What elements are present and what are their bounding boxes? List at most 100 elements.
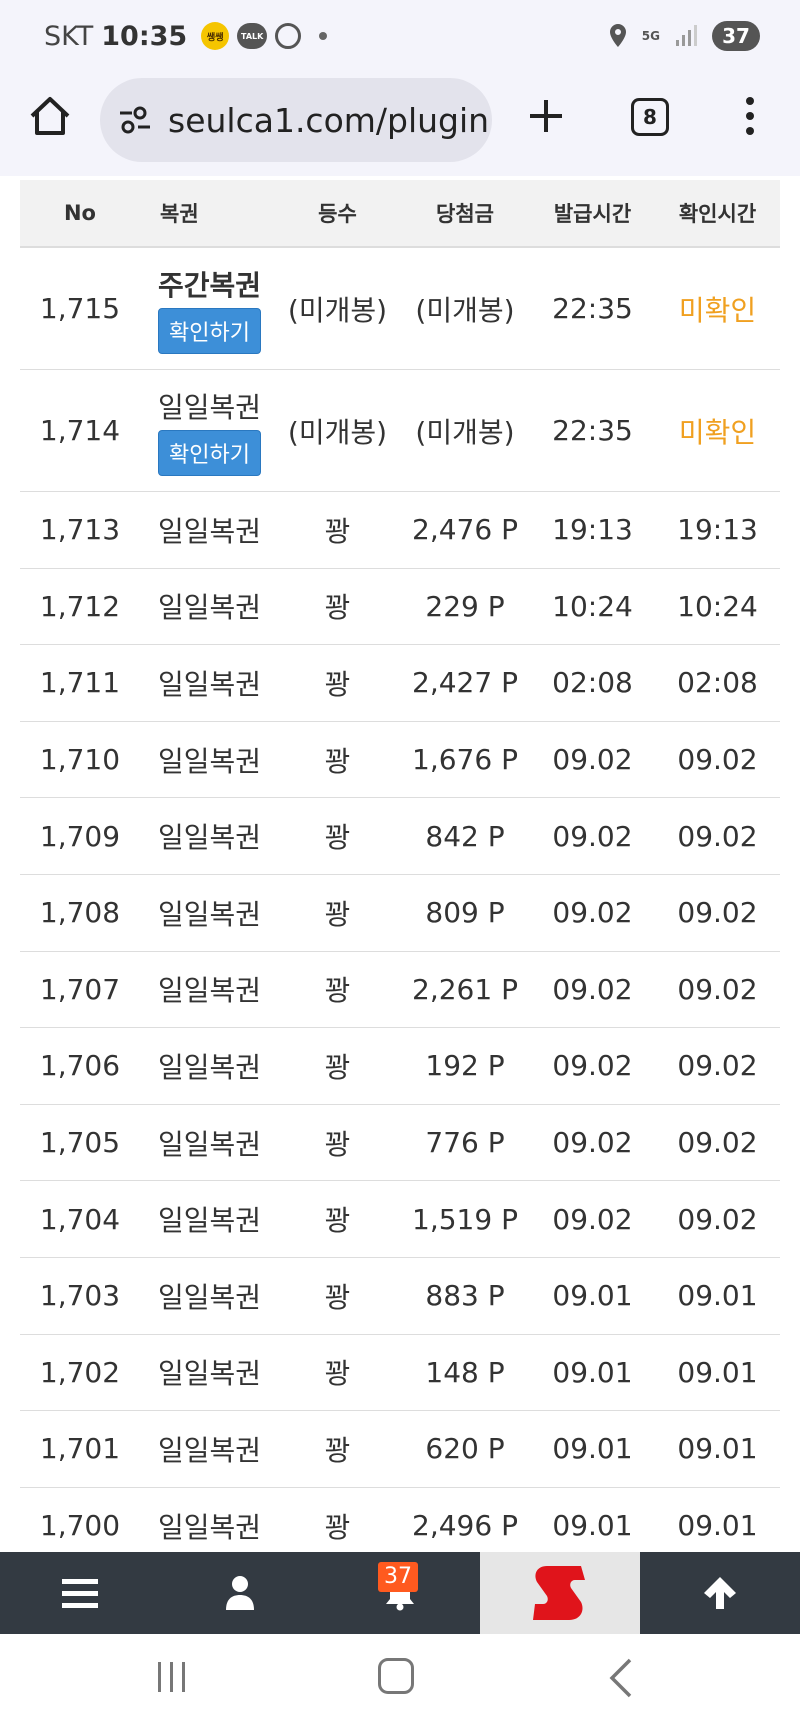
- tab-switcher-button[interactable]: 8: [631, 98, 669, 136]
- confirm-button[interactable]: 확인하기: [158, 307, 261, 354]
- row-no: 1,710: [39, 743, 121, 777]
- row-rank: 꽝: [324, 1127, 351, 1161]
- site-logo-icon[interactable]: [529, 1560, 591, 1626]
- table-row: 1,705 일일복권 꽝 776 P 09.02 09.02: [20, 1105, 780, 1182]
- status-bar: SKT 10:35 쌩쌩 TALK 5G 37: [0, 0, 800, 72]
- back-icon[interactable]: [606, 1658, 634, 1698]
- row-checked-time: 09.01: [677, 1355, 758, 1389]
- row-prize: (미개봉): [415, 293, 515, 327]
- row-checked-time: 02:08: [677, 666, 758, 700]
- row-checked-time: 09.02: [677, 896, 758, 930]
- row-issued-time: 09.02: [552, 743, 633, 777]
- row-no: 1,711: [39, 666, 121, 700]
- row-prize: 883 P: [425, 1279, 505, 1313]
- url-text[interactable]: seulca1.com/plugin: [168, 101, 489, 140]
- new-tab-icon[interactable]: [524, 94, 568, 138]
- table-row: 1,707 일일복권 꽝 2,261 P 09.02 09.02: [20, 952, 780, 1029]
- row-prize: (미개봉): [415, 415, 515, 449]
- row-checked-time: 09.02: [677, 1049, 758, 1083]
- table-row: 1,714 일일복권 확인하기 (미개봉) (미개봉) 22:35 미확인: [20, 370, 780, 492]
- lottery-type-label: 일일복권: [158, 390, 262, 424]
- nav-site-logo[interactable]: [480, 1552, 640, 1634]
- table-row: 1,712 일일복권 꽝 229 P 10:24 10:24: [20, 569, 780, 646]
- row-lottery-type: 일일복권: [158, 974, 262, 1008]
- row-prize: 1,519 P: [412, 1202, 518, 1236]
- recent-apps-icon[interactable]: [154, 1660, 190, 1694]
- browser-toolbar: seulca1.com/plugin 8: [0, 72, 800, 176]
- site-bottom-nav: 37: [0, 1552, 800, 1634]
- row-checked-time: 09.01: [677, 1279, 758, 1313]
- row-rank: (미개봉): [287, 415, 388, 449]
- row-no: 1,713: [39, 513, 121, 547]
- header-prize: 당첨금: [436, 202, 494, 226]
- header-issued-time: 발급시간: [553, 202, 632, 226]
- row-no: 1,709: [39, 819, 121, 853]
- row-lottery-type: 일일복권: [158, 1357, 262, 1391]
- row-issued-time: 02:08: [552, 666, 633, 700]
- steering-wheel-icon: [275, 23, 302, 49]
- row-issued-time: 09.02: [552, 1202, 633, 1236]
- row-rank: 꽝: [324, 974, 351, 1008]
- row-issued-time: 09.02: [552, 1126, 633, 1160]
- row-prize: 2,427 P: [412, 666, 518, 700]
- row-checked-status: 미확인: [678, 415, 757, 449]
- table-row: 1,703 일일복권 꽝 883 P 09.01 09.01: [20, 1258, 780, 1335]
- row-lottery-type: 일일복권: [158, 897, 262, 931]
- row-lottery-type: 일일복권: [158, 667, 262, 701]
- row-rank: 꽝: [324, 1204, 351, 1238]
- row-rank: 꽝: [324, 821, 351, 855]
- table-row: 1,701 일일복권 꽝 620 P 09.01 09.01: [20, 1411, 780, 1488]
- row-lottery-type: 일일복권: [158, 514, 262, 548]
- row-checked-status: 미확인: [678, 293, 757, 327]
- row-no: 1,704: [39, 1202, 121, 1236]
- table-body: 1,715 주간복권 확인하기 (미개봉) (미개봉) 22:35 미확인 1,…: [20, 248, 780, 1552]
- row-lottery-type: 일일복권: [158, 744, 262, 778]
- row-issued-time: 09.01: [552, 1432, 633, 1466]
- location-icon: [609, 24, 626, 47]
- more-menu-icon[interactable]: [740, 94, 760, 138]
- site-settings-icon[interactable]: [118, 105, 152, 135]
- home-icon[interactable]: [28, 94, 72, 138]
- row-lottery-type: 일일복권: [158, 1204, 262, 1238]
- row-rank: 꽝: [324, 1280, 351, 1314]
- home-nav-icon[interactable]: [378, 1658, 414, 1694]
- row-issued-time: 19:13: [552, 513, 633, 547]
- table-row: 1,709 일일복권 꽝 842 P 09.02 09.02: [20, 798, 780, 875]
- row-lottery-type: 일일복권: [158, 821, 262, 855]
- system-navigation-bar: [0, 1634, 800, 1734]
- row-issued-time: 09.01: [552, 1509, 633, 1543]
- row-lottery-type: 일일복권: [158, 1127, 262, 1161]
- row-checked-time: 09.02: [677, 972, 758, 1006]
- row-prize: 2,476 P: [412, 513, 518, 547]
- table-row: 1,702 일일복권 꽝 148 P 09.01 09.01: [20, 1335, 780, 1412]
- row-prize: 2,496 P: [412, 1509, 518, 1543]
- row-issued-time: 09.02: [552, 819, 633, 853]
- nav-profile[interactable]: [160, 1552, 320, 1634]
- row-no: 1,705: [39, 1126, 121, 1160]
- header-lottery: 복권: [160, 202, 199, 226]
- nav-notifications[interactable]: 37: [320, 1552, 480, 1634]
- row-prize: 809 P: [425, 896, 505, 930]
- row-rank: 꽝: [324, 1050, 351, 1084]
- kakao-app-icon: 쌩쌩: [201, 22, 230, 50]
- nav-scroll-top[interactable]: [640, 1552, 800, 1634]
- row-no: 1,703: [39, 1279, 121, 1313]
- row-lottery-type: 일일복권: [158, 591, 262, 625]
- table-row: 1,711 일일복권 꽝 2,427 P 02:08 02:08: [20, 645, 780, 722]
- row-issued-time: 09.02: [552, 1049, 633, 1083]
- confirm-button[interactable]: 확인하기: [158, 429, 261, 476]
- lottery-history-page: No 복권 등수 당첨금 발급시간 확인시간 1,715 주간복권 확인하기 (…: [0, 176, 800, 1552]
- row-rank: 꽝: [324, 514, 351, 548]
- table-header: No 복권 등수 당첨금 발급시간 확인시간: [20, 180, 780, 248]
- nav-menu[interactable]: [0, 1552, 160, 1634]
- arrow-up-icon[interactable]: [702, 1575, 738, 1611]
- user-icon[interactable]: [224, 1575, 256, 1611]
- menu-icon[interactable]: [62, 1577, 98, 1609]
- row-rank: 꽝: [324, 667, 351, 701]
- battery-indicator: 37: [712, 21, 760, 51]
- table-row: 1,713 일일복권 꽝 2,476 P 19:13 19:13: [20, 492, 780, 569]
- url-bar[interactable]: seulca1.com/plugin: [100, 78, 492, 162]
- signal-icon: [676, 25, 697, 46]
- row-rank: (미개봉): [287, 293, 388, 327]
- row-prize: 192 P: [425, 1049, 505, 1083]
